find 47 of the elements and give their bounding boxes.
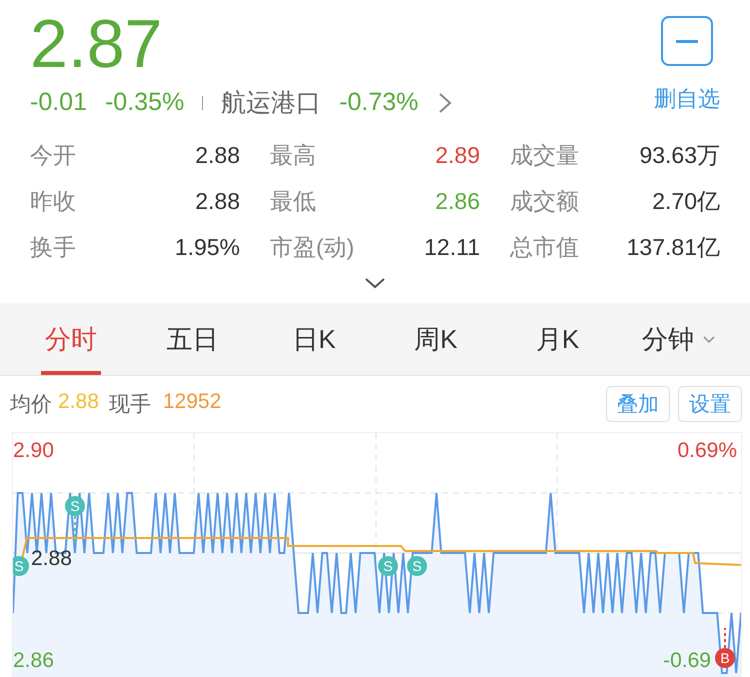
remove-watchlist-label[interactable]: 删自选 (654, 84, 720, 114)
stat-label: 最高 (270, 140, 316, 170)
stat-label: 成交量 (510, 140, 579, 170)
sector-change: -0.73% (339, 88, 418, 117)
stat-value: 2.88 (195, 142, 240, 168)
chart-option-button[interactable]: 叠加 (606, 386, 670, 422)
stat-label: 成交额 (510, 186, 579, 216)
axis-label: 2.86 (13, 649, 54, 672)
axis-label: 2.90 (13, 439, 54, 462)
axis-label: 0.69% (677, 439, 737, 462)
stat-value: 1.95% (174, 234, 240, 260)
stat-value: 93.63万 (639, 140, 720, 170)
axis-label: 2.88 (31, 547, 72, 570)
volume-label: 现手 (108, 392, 151, 418)
sell-marker[interactable]: S (407, 556, 427, 576)
stat-value: 12.11 (424, 234, 480, 260)
sell-marker[interactable]: S (378, 556, 398, 576)
stat-label: 换手 (30, 232, 76, 262)
last-price: 2.87 (30, 6, 164, 82)
stat-value: 2.89 (435, 142, 480, 168)
stat-label: 总市值 (510, 232, 579, 262)
avg-price-value: 2.88 (58, 390, 99, 415)
change-percent: -0.35% (104, 88, 184, 117)
volume-value: 12952 (162, 390, 222, 415)
stat-label: 最低 (270, 186, 316, 216)
price-change: -0.01 (30, 88, 87, 117)
expand-chevron-icon[interactable] (364, 277, 386, 289)
stat-value: 137.81亿 (626, 232, 720, 262)
chart-tab[interactable]: 月K (496, 303, 618, 375)
chart-option-button[interactable]: 设置 (678, 386, 742, 422)
sell-marker[interactable]: S (13, 556, 29, 576)
chart-tab[interactable]: 日K (253, 303, 376, 375)
stat-label: 今开 (30, 140, 76, 170)
chart-tab[interactable]: 五日 (132, 303, 254, 375)
remove-watchlist-button[interactable] (661, 16, 713, 66)
stat-value: 2.86 (435, 188, 480, 214)
chart-tab[interactable]: 分时 (10, 303, 132, 375)
chart-tab[interactable]: 分钟 (618, 303, 740, 375)
stat-value: 2.70亿 (652, 186, 720, 216)
avg-price-label: 均价 (10, 392, 52, 418)
sector-name[interactable]: 航运港口 (221, 86, 322, 119)
chart-tab[interactable]: 周K (375, 303, 497, 375)
axis-label: -0.69 (663, 649, 711, 672)
stat-label: 市盈(动) (270, 232, 354, 262)
chevron-right-icon[interactable] (438, 92, 452, 114)
stat-value: 2.88 (195, 188, 240, 214)
stat-label: 昨收 (30, 186, 76, 216)
